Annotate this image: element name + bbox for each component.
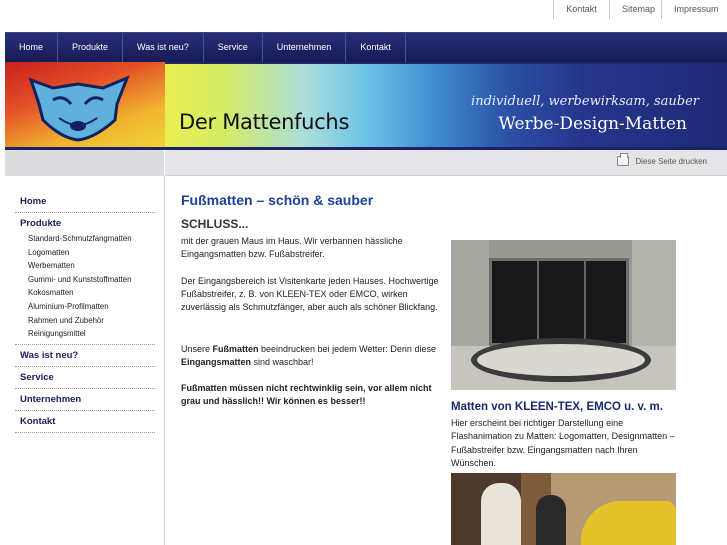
sidebar-subitem-aluminium-profilmatten[interactable]: Aluminium-Profilmatten bbox=[15, 300, 155, 314]
sidebar-subitem-logomatten[interactable]: Logomatten bbox=[15, 246, 155, 260]
strip-left-box bbox=[5, 150, 165, 176]
sidebar-menu: Home Produkte Standard-Schmutzfangmatten… bbox=[5, 176, 155, 433]
nav-home[interactable]: Home bbox=[5, 33, 59, 62]
top-link-impressum[interactable]: Impressum bbox=[661, 0, 727, 19]
photo-wall-left bbox=[451, 240, 489, 350]
sidebar-item-produkte[interactable]: Produkte bbox=[15, 213, 155, 232]
photo-glass-door bbox=[489, 258, 629, 346]
intro-paragraph: mit der grauen Maus im Haus. Wir verbann… bbox=[181, 236, 403, 259]
brands-heading: Matten von KLEEN-TEX, EMCO u. v. m. bbox=[451, 401, 663, 413]
washable-text-a: Unsere bbox=[181, 344, 213, 354]
print-label[interactable]: Diese Seite drucken bbox=[635, 157, 707, 166]
people-car-photo bbox=[451, 473, 676, 545]
top-link-kontakt[interactable]: Kontakt bbox=[553, 0, 609, 19]
page-title: Fußmatten – schön & sauber bbox=[181, 192, 374, 208]
nav-produkte[interactable]: Produkte bbox=[58, 33, 124, 62]
photo-wall-right bbox=[632, 240, 676, 350]
nav-was-ist-neu[interactable]: Was ist neu? bbox=[123, 33, 204, 62]
main-navigation: Home Produkte Was ist neu? Service Unter… bbox=[5, 32, 727, 62]
sidebar-subitem-reinigungsmittel[interactable]: Reinigungsmittel bbox=[15, 327, 155, 345]
photo2-person-right bbox=[536, 495, 566, 545]
fox-logo-icon[interactable] bbox=[23, 70, 133, 146]
photo-round-mat bbox=[471, 338, 651, 382]
sidebar-item-was-ist-neu[interactable]: Was ist neu? bbox=[15, 345, 155, 367]
sidebar-item-service[interactable]: Service bbox=[15, 367, 155, 389]
sidebar-subitem-gummi-kunststoffmatten[interactable]: Gummi- und Kunststoffmatten bbox=[15, 273, 155, 287]
washable-text-e: sind waschbar! bbox=[251, 357, 314, 367]
banner-tagline: individuell, werbewirksam, sauber bbox=[471, 94, 699, 109]
entrance-paragraph: Der Eingangsbereich ist Visitenkarte jed… bbox=[181, 276, 439, 312]
print-page-link[interactable]: Diese Seite drucken bbox=[617, 153, 707, 166]
sidebar-subitem-rahmen-zubehoer[interactable]: Rahmen und Zubehör bbox=[15, 314, 155, 328]
header-banner: Der Mattenfuchs individuell, werbewirksa… bbox=[5, 62, 727, 150]
printer-icon[interactable] bbox=[617, 153, 630, 166]
nav-service[interactable]: Service bbox=[204, 33, 263, 62]
banner-product-line: Werbe-Design-Matten bbox=[498, 114, 687, 134]
sidebar-subitem-kokosmatten[interactable]: Kokosmatten bbox=[15, 286, 155, 300]
sidebar-subitem-werbematten[interactable]: Werbematten bbox=[15, 259, 155, 273]
intro-heading: SCHLUSS... bbox=[181, 217, 249, 231]
sidebar: Home Produkte Standard-Schmutzfangmatten… bbox=[5, 176, 165, 545]
page: Kontakt Sitemap Impressum Home Produkte … bbox=[0, 0, 727, 545]
top-utility-links: Kontakt Sitemap Impressum bbox=[553, 0, 727, 19]
washable-paragraph: Unsere Fußmatten beeindrucken bei jedem … bbox=[181, 343, 441, 369]
sidebar-item-home[interactable]: Home bbox=[15, 192, 155, 213]
washable-text-c: beeindrucken bei jedem Wetter: Denn dies… bbox=[258, 344, 436, 354]
claim-paragraph: Fußmatten müssen nicht rechtwinklig sein… bbox=[181, 383, 432, 406]
tool-strip: Diese Seite drucken bbox=[5, 150, 727, 176]
brand-name: Der Mattenfuchs bbox=[179, 110, 350, 134]
flash-notice-text: Hier erscheint bei richtiger Darstellung… bbox=[451, 418, 675, 469]
washable-text-d: Eingangsmatten bbox=[181, 357, 252, 367]
entrance-mat-photo bbox=[451, 240, 676, 390]
photo2-person-left bbox=[481, 483, 521, 545]
top-link-sitemap[interactable]: Sitemap bbox=[609, 0, 661, 19]
washable-text-b: Fußmatten bbox=[212, 344, 259, 354]
main-content: Fußmatten – schön & sauber SCHLUSS... mi… bbox=[166, 176, 727, 545]
sidebar-item-unternehmen[interactable]: Unternehmen bbox=[15, 389, 155, 411]
nav-unternehmen[interactable]: Unternehmen bbox=[263, 33, 347, 62]
sidebar-subitem-standard-schmutzfangmatten[interactable]: Standard-Schmutzfangmatten bbox=[15, 232, 155, 246]
nav-kontakt[interactable]: Kontakt bbox=[346, 33, 406, 62]
sidebar-item-kontakt[interactable]: Kontakt bbox=[15, 411, 155, 433]
